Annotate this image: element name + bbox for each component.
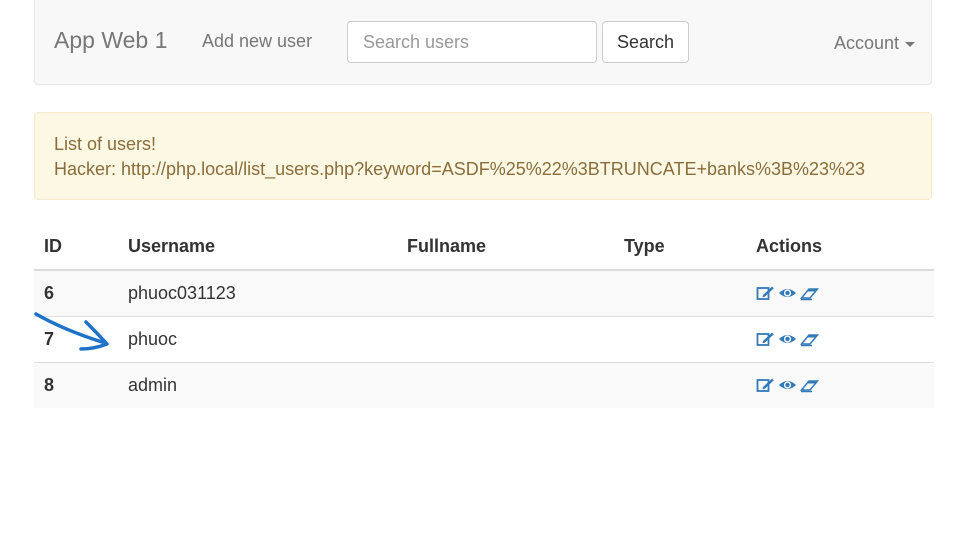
view-icon[interactable] <box>778 377 797 393</box>
edit-icon[interactable] <box>756 377 775 393</box>
alert-box: List of users! Hacker: http://php.local/… <box>34 112 932 200</box>
header-username: Username <box>118 224 397 271</box>
cell-fullname <box>397 315 614 362</box>
cell-username: phuoc <box>118 315 397 362</box>
view-icon[interactable] <box>778 285 797 301</box>
cell-type <box>614 270 746 316</box>
table-header-row: ID Username Fullname Type Actions <box>34 224 934 271</box>
table-row: 7 phuoc <box>34 315 934 362</box>
edit-icon[interactable] <box>756 285 775 301</box>
delete-icon[interactable] <box>800 285 819 301</box>
users-table: ID Username Fullname Type Actions 6 phuo… <box>34 224 934 408</box>
alert-title: List of users! <box>54 134 157 154</box>
handdrawn-arrow-annotation <box>34 312 109 351</box>
caret-down-icon <box>905 41 916 47</box>
header-fullname: Fullname <box>397 224 614 271</box>
cell-username: admin <box>118 361 397 408</box>
cell-fullname <box>397 361 614 408</box>
cell-actions <box>746 315 934 362</box>
header-actions: Actions <box>746 224 934 271</box>
search-button[interactable]: Search <box>602 21 689 63</box>
delete-icon[interactable] <box>800 377 819 393</box>
add-new-user-link[interactable]: Add new user <box>202 31 312 52</box>
view-icon[interactable] <box>778 331 797 347</box>
account-dropdown[interactable]: Account <box>834 33 916 54</box>
search-input[interactable] <box>347 21 597 63</box>
account-label: Account <box>834 33 900 53</box>
cell-type <box>614 315 746 362</box>
alert-message: Hacker: http://php.local/list_users.php?… <box>54 159 866 179</box>
cell-fullname <box>397 270 614 316</box>
cell-actions <box>746 270 934 316</box>
edit-icon[interactable] <box>756 331 775 347</box>
table-row: 8 admin <box>34 361 934 408</box>
delete-icon[interactable] <box>800 331 819 347</box>
header-type: Type <box>614 224 746 271</box>
cell-username: phuoc031123 <box>128 282 236 303</box>
header-id: ID <box>34 224 118 271</box>
cell-id: 8 <box>34 361 118 408</box>
cell-actions <box>746 361 934 408</box>
navbar: App Web 1 Add new user Search Account <box>34 0 932 85</box>
table-row: 6 phuoc031123 <box>34 270 934 316</box>
cell-type <box>614 361 746 408</box>
brand-link[interactable]: App Web 1 <box>54 27 167 54</box>
